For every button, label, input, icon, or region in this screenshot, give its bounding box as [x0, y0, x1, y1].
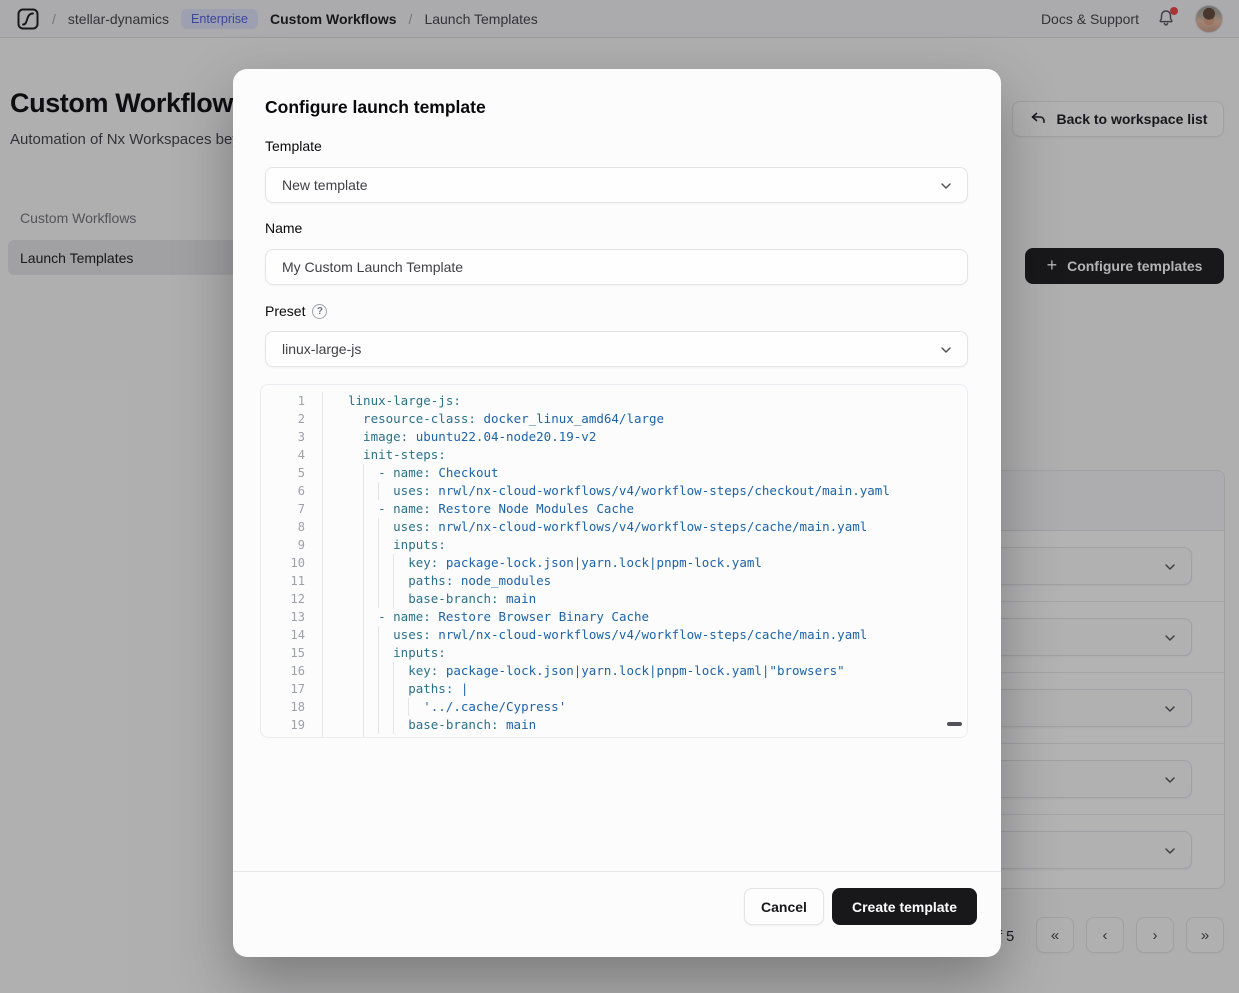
create-template-button[interactable]: Create template — [832, 888, 977, 925]
code-line: 1linux-large-js: — [261, 392, 967, 410]
line-number: 20 — [261, 734, 323, 738]
create-template-button-label: Create template — [852, 899, 957, 915]
name-label: Name — [265, 220, 302, 236]
code-line: 4init-steps: — [261, 446, 967, 464]
line-number: 10 — [261, 554, 323, 572]
code-line: 15inputs: — [261, 644, 967, 662]
code-line: 17paths: | — [261, 680, 967, 698]
line-number: 17 — [261, 680, 323, 698]
line-number: 8 — [261, 518, 323, 536]
name-label-text: Name — [265, 220, 302, 236]
code-line: 6uses: nrwl/nx-cloud-workflows/v4/workfl… — [261, 482, 967, 500]
line-number: 1 — [261, 392, 323, 410]
preset-select[interactable]: linux-large-js — [265, 331, 968, 367]
line-number: 12 — [261, 590, 323, 608]
template-label-text: Template — [265, 138, 322, 154]
line-number: 7 — [261, 500, 323, 518]
cancel-button-label: Cancel — [761, 899, 807, 915]
code-line: 12base-branch: main — [261, 590, 967, 608]
line-number: 4 — [261, 446, 323, 464]
configure-launch-template-dialog: Configure launch template Template New t… — [233, 69, 1001, 957]
line-number: 15 — [261, 644, 323, 662]
line-number: 11 — [261, 572, 323, 590]
line-number: 16 — [261, 662, 323, 680]
code-line: 7- name: Restore Node Modules Cache — [261, 500, 967, 518]
line-number: 19 — [261, 716, 323, 734]
code-line: 10key: package-lock.json|yarn.lock|pnpm-… — [261, 554, 967, 572]
modal-title: Configure launch template — [265, 97, 486, 118]
code-line: 14uses: nrwl/nx-cloud-workflows/v4/workf… — [261, 626, 967, 644]
line-number: 5 — [261, 464, 323, 482]
editor-scroll-thumb[interactable] — [947, 722, 962, 726]
line-number: 2 — [261, 410, 323, 428]
code-line: 13- name: Restore Browser Binary Cache — [261, 608, 967, 626]
name-input[interactable] — [282, 259, 951, 275]
line-number: 13 — [261, 608, 323, 626]
code-line: 2resource-class: docker_linux_amd64/larg… — [261, 410, 967, 428]
line-number: 9 — [261, 536, 323, 554]
code-line: 20- name: Install Node — [261, 734, 967, 738]
template-select[interactable]: New template — [265, 167, 968, 203]
modal-divider — [233, 871, 1001, 872]
preset-label-text: Preset — [265, 303, 305, 319]
name-field[interactable] — [265, 249, 968, 285]
line-number: 3 — [261, 428, 323, 446]
line-number: 14 — [261, 626, 323, 644]
code-line: 16key: package-lock.json|yarn.lock|pnpm-… — [261, 662, 967, 680]
code-line: 19base-branch: main — [261, 716, 967, 734]
preset-label: Preset ? — [265, 303, 327, 319]
preset-select-value: linux-large-js — [282, 341, 361, 357]
code-line: 5- name: Checkout — [261, 464, 967, 482]
chevron-down-icon — [938, 342, 954, 358]
help-icon[interactable]: ? — [312, 304, 327, 319]
line-number: 18 — [261, 698, 323, 716]
cancel-button[interactable]: Cancel — [744, 888, 824, 925]
code-line: 11paths: node_modules — [261, 572, 967, 590]
template-select-value: New template — [282, 177, 368, 193]
line-number: 6 — [261, 482, 323, 500]
code-line: 9inputs: — [261, 536, 967, 554]
code-line: 3image: ubuntu22.04-node20.19-v2 — [261, 428, 967, 446]
code-lines: 1linux-large-js:2resource-class: docker_… — [261, 392, 967, 738]
code-line: 8uses: nrwl/nx-cloud-workflows/v4/workfl… — [261, 518, 967, 536]
chevron-down-icon — [938, 178, 954, 194]
code-editor[interactable]: 1linux-large-js:2resource-class: docker_… — [260, 384, 968, 738]
template-label: Template — [265, 138, 322, 154]
code-line: 18'../.cache/Cypress' — [261, 698, 967, 716]
